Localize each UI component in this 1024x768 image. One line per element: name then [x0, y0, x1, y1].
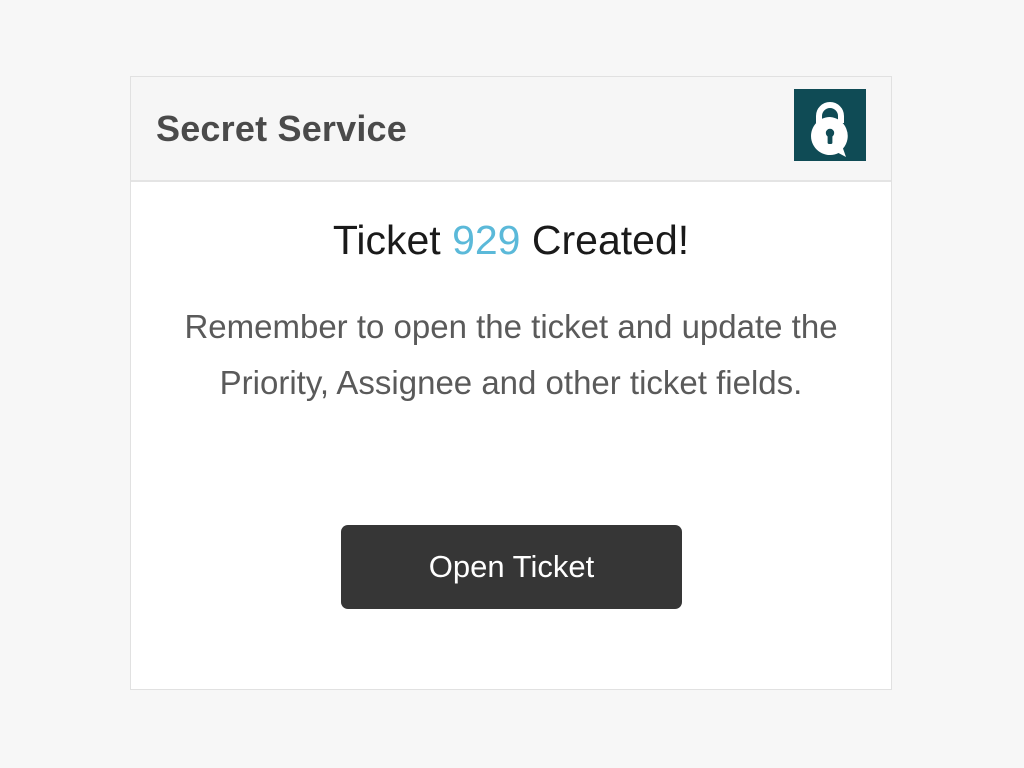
lock-chat-icon-svg — [811, 102, 848, 157]
lock-chat-icon — [794, 89, 866, 161]
ticket-number: 929 — [452, 217, 521, 263]
ticket-created-card: Secret Service Ticket 929 Created! Remem… — [130, 76, 892, 690]
confirmation-headline: Ticket 929 Created! — [131, 217, 891, 264]
app-title: Secret Service — [156, 108, 407, 149]
open-ticket-button[interactable]: Open Ticket — [341, 525, 682, 609]
card-header: Secret Service — [131, 77, 891, 182]
headline-suffix: Created! — [531, 217, 690, 263]
instruction-message: Remember to open the ticket and update t… — [184, 308, 838, 401]
headline-prefix: Ticket — [332, 217, 441, 263]
